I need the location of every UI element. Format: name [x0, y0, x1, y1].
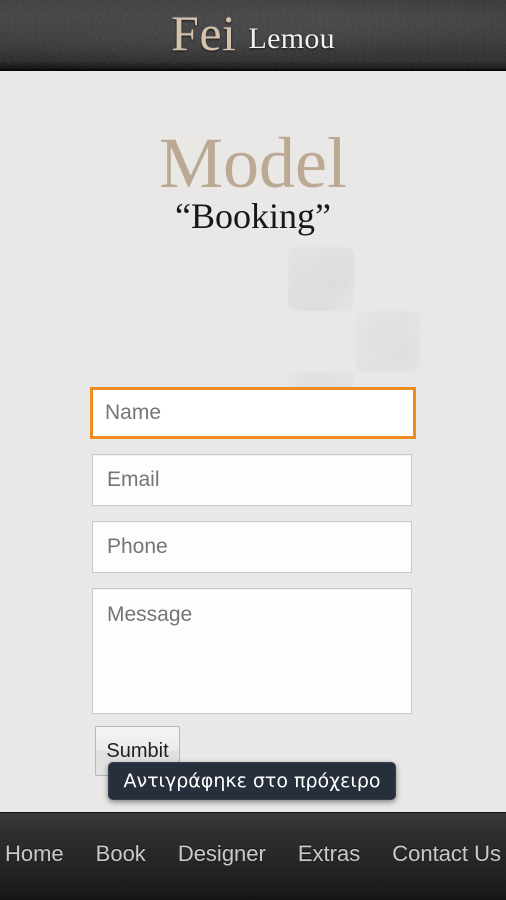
nav-item-book[interactable]: Book: [80, 841, 162, 867]
nav-item-contact-us[interactable]: Contact Us: [376, 841, 506, 867]
app-root: Fei Lemou Model “Booking” Sumbit Αντιγρά…: [0, 0, 506, 900]
email-input[interactable]: [92, 454, 412, 506]
name-input[interactable]: [90, 387, 416, 439]
phone-input[interactable]: [92, 521, 412, 573]
bottom-navigation: Home Book Designer Extras Contact Us: [0, 812, 506, 900]
message-textarea[interactable]: [92, 588, 412, 714]
nav-item-extras[interactable]: Extras: [282, 841, 376, 867]
toast-notification: Αντιγράφηκε στο πρόχειρο: [108, 762, 396, 800]
nav-item-home[interactable]: Home: [0, 841, 80, 867]
nav-item-designer[interactable]: Designer: [162, 841, 282, 867]
toast-message: Αντιγράφηκε στο πρόχειρο: [123, 770, 381, 792]
